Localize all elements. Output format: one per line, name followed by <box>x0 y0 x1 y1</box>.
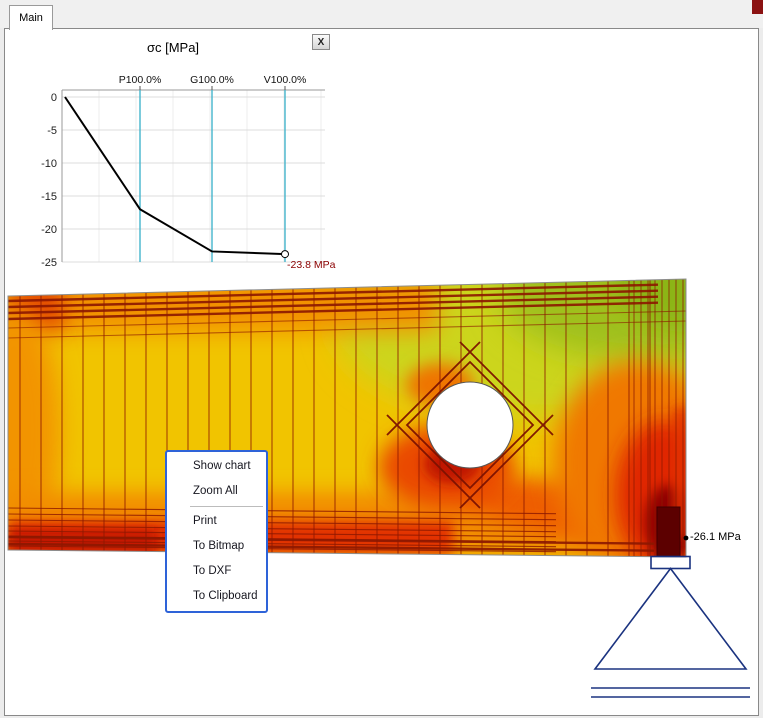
stage-label: P100.0% <box>119 74 162 86</box>
stage-label: V100.0% <box>264 74 307 86</box>
context-menu: Show chart Zoom All Print To Bitmap To D… <box>165 450 268 613</box>
y-tick-label: -10 <box>41 158 57 170</box>
y-tick-label: -15 <box>41 191 57 203</box>
tab-main[interactable]: Main <box>9 5 53 30</box>
chart-canvas: 0 -5 -10 -15 -20 -25 P100.0% G100.0% V100.0% -23.… <box>28 36 348 276</box>
menu-item-to-dxf[interactable]: To DXF <box>167 559 266 584</box>
y-tick-label: 0 <box>51 92 57 104</box>
bearing-plate <box>657 507 680 556</box>
menu-item-print[interactable]: Print <box>167 509 266 534</box>
stress-chart-panel: σc [MPa] 0-5-10-15-20-25P100.0%G100.0%V1… <box>28 36 348 276</box>
menu-item-to-bitmap[interactable]: To Bitmap <box>167 534 266 559</box>
support-plate <box>651 557 690 569</box>
support-symbol <box>591 557 750 698</box>
menu-item-to-clipboard[interactable]: To Clipboard <box>167 584 266 609</box>
stress-curve <box>65 97 285 254</box>
menu-separator <box>190 506 263 507</box>
menu-item-zoom-all[interactable]: Zoom All <box>167 479 266 504</box>
support-stress-label: -26.1 MPa <box>690 531 741 543</box>
y-tick-label: -20 <box>41 224 57 236</box>
stress-contours <box>0 230 763 570</box>
tab-bar: Main <box>0 0 763 28</box>
beam-opening <box>427 382 513 468</box>
end-value-label: -23.8 MPa <box>287 259 336 271</box>
y-tick-label: -5 <box>47 125 57 137</box>
stress-point-marker <box>684 536 689 541</box>
tab-main-label: Main <box>19 12 43 24</box>
chart-close-button[interactable]: X <box>312 34 330 50</box>
stage-label: G100.0% <box>190 74 234 86</box>
end-marker <box>282 251 289 258</box>
support-triangle <box>595 569 746 670</box>
menu-item-show-chart[interactable]: Show chart <box>167 454 266 479</box>
titlebar-red-fragment <box>752 0 763 14</box>
y-tick-label: -25 <box>41 257 57 269</box>
